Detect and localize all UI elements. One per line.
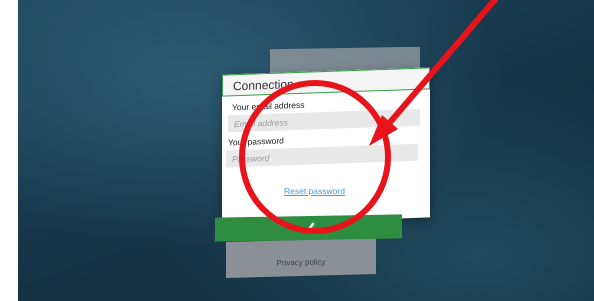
annotation-overlay <box>239 0 499 234</box>
highlight-circle <box>239 80 391 234</box>
arrow-shaft <box>383 0 499 130</box>
